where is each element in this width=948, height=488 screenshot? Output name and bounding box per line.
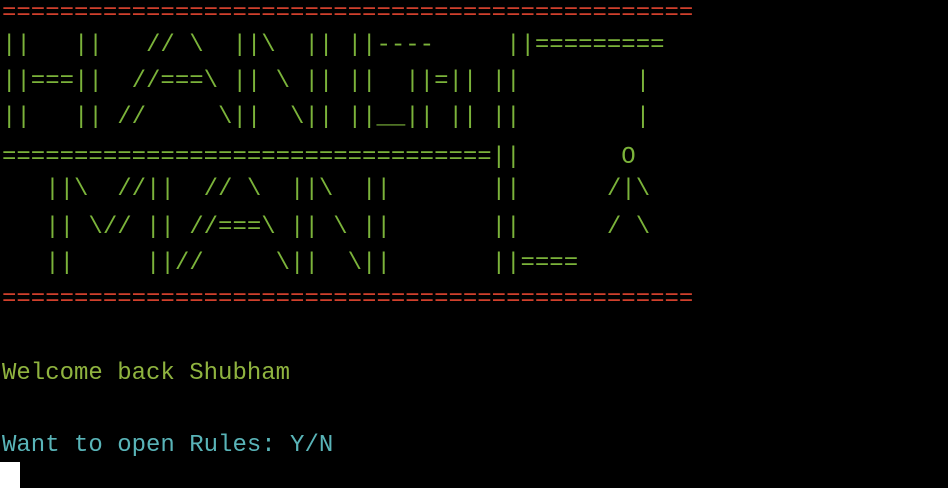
hangman-art-line-7: || ||// \|| \|| ||==== bbox=[2, 250, 579, 277]
hangman-art-line-6: || \// || //===\ || \ || || / \ bbox=[2, 214, 651, 241]
hangman-art-line-1: || || // \ ||\ || ||---- ||========= bbox=[2, 32, 665, 59]
hangman-art-line-5: ||\ //|| // \ ||\ || || /|\ bbox=[2, 176, 651, 203]
welcome-message: Welcome back Shubham bbox=[2, 360, 291, 387]
text-cursor[interactable] bbox=[0, 462, 20, 488]
hangman-art-line-3: || || // \|| \|| ||__|| || || | bbox=[2, 104, 651, 131]
hangman-art-line-2: ||===|| //===\ || \ || || ||=|| || | bbox=[2, 68, 651, 95]
hangman-art-line-4: ==================================|| O bbox=[2, 144, 636, 171]
rules-prompt: Want to open Rules: Y/N bbox=[2, 432, 334, 459]
terminal-window[interactable]: ========================================… bbox=[0, 0, 948, 488]
banner-bottom-border: ========================================… bbox=[2, 286, 694, 313]
